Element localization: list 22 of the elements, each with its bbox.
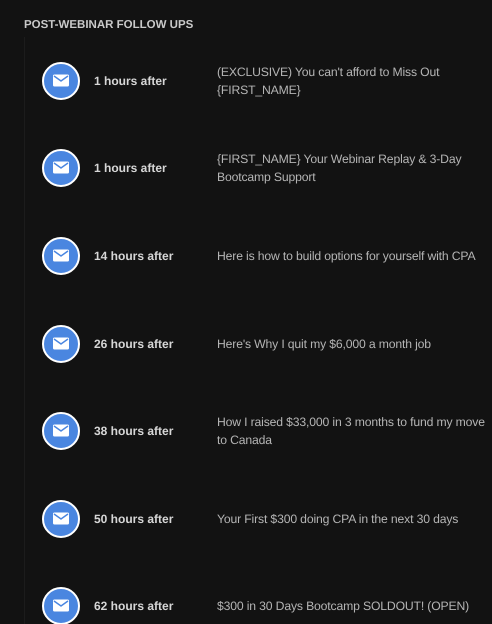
email-subject[interactable]: {FIRST_NAME} Your Webinar Replay & 3-Day Bootcamp Support <box>217 150 492 186</box>
envelope-icon <box>42 500 80 538</box>
delay-label: 1 hours after <box>94 74 168 88</box>
delay-label: 1 hours after <box>94 161 168 176</box>
envelope-icon <box>42 149 80 188</box>
email-subject[interactable]: Here is how to build options for yourself with CPA <box>217 246 492 265</box>
email-subject[interactable]: How I raised $33,000 in 3 months to fund my move to Canada <box>217 413 492 450</box>
envelope-icon <box>42 587 80 624</box>
envelope-icon <box>42 412 80 450</box>
email-subject[interactable]: Here's Why I quit my $6,000 a month job <box>217 334 492 353</box>
delay-label: 38 hours after <box>94 424 174 438</box>
delay-label: 50 hours after <box>94 512 174 526</box>
delay-label: 14 hours after <box>94 248 174 263</box>
email-subject[interactable]: (EXCLUSIVE) You can't afford to Miss Out {FIRST_NAME} <box>217 62 492 99</box>
email-subject[interactable]: $300 in 30 Days Bootcamp SOLDOUT! (OPEN) <box>217 597 492 616</box>
section-title: POST-WEBINAR FOLLOW UPS <box>24 19 194 31</box>
delay-label: 62 hours after <box>94 599 174 614</box>
envelope-icon <box>42 62 80 100</box>
envelope-icon <box>42 236 80 275</box>
delay-label: 26 hours after <box>94 336 174 351</box>
email-subject[interactable]: Your First $300 doing CPA in the next 30 days <box>217 510 492 528</box>
envelope-icon <box>42 324 80 363</box>
